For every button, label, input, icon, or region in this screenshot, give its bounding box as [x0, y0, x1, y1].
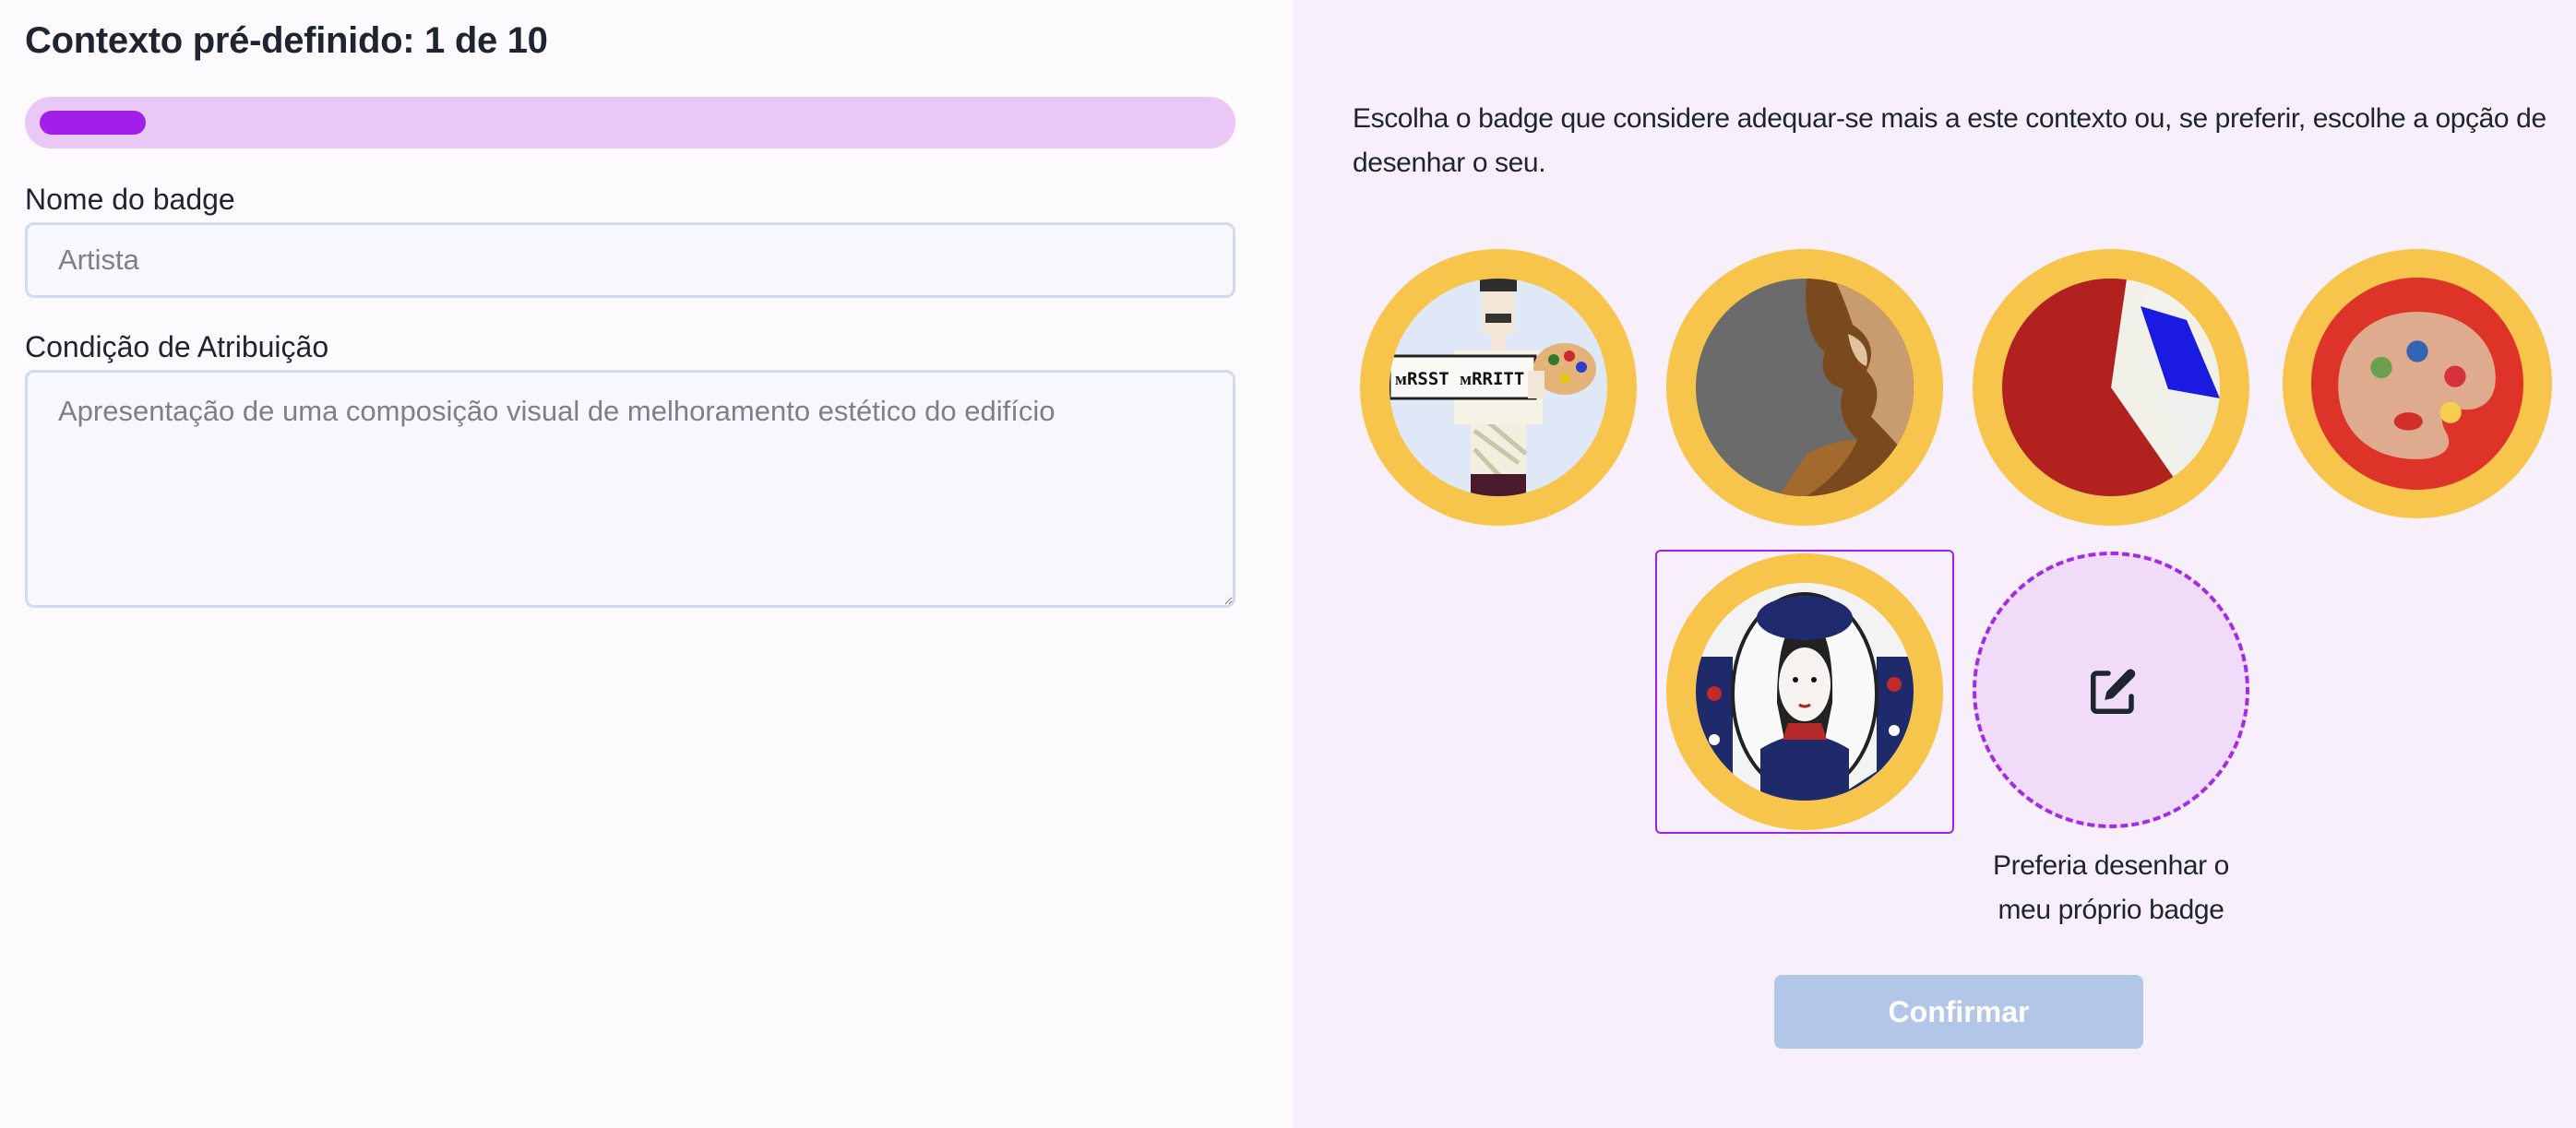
- draw-own-caption: Preferia desenhar o meu próprio badge: [1993, 850, 2229, 925]
- draw-own-badge-button[interactable]: [1973, 552, 2249, 828]
- badge-option-1[interactable]: ᴍRSST ᴍRRITT: [1360, 249, 1637, 526]
- pixel-artist-icon: ᴍRSST ᴍRRITT: [1389, 279, 1607, 496]
- badge-option-5[interactable]: [1666, 553, 1943, 830]
- edit-icon: [2091, 669, 2136, 714]
- badge-name-input[interactable]: [25, 222, 1235, 298]
- chooser-instructions: Escolha o badge que considere adequar-se…: [1353, 103, 2546, 178]
- beret-portrait-icon: [1696, 583, 1914, 801]
- page-title: Contexto pré-definido: 1 de 10: [25, 20, 548, 61]
- paint-palette-icon: [2311, 278, 2523, 490]
- svg-text:ᴍRSST ᴍRRITT: ᴍRSST ᴍRRITT: [1395, 369, 1524, 389]
- badge-option-2[interactable]: [1666, 249, 1943, 526]
- badge-option-3[interactable]: [1973, 249, 2249, 526]
- color-slice-icon: [2002, 279, 2220, 496]
- form-panel: Contexto pré-definido: 1 de 10 Nome do b…: [0, 0, 1294, 1128]
- progress-bar-fill: [40, 111, 146, 135]
- condition-textarea[interactable]: [25, 370, 1235, 608]
- abstract-face-icon: [1696, 279, 1914, 496]
- condition-label: Condição de Atribuição: [25, 330, 329, 363]
- badge-option-4[interactable]: [2283, 249, 2552, 518]
- badge-name-label: Nome do badge: [25, 183, 235, 216]
- confirm-button[interactable]: Confirmar: [1774, 975, 2143, 1049]
- progress-bar: [25, 97, 1235, 148]
